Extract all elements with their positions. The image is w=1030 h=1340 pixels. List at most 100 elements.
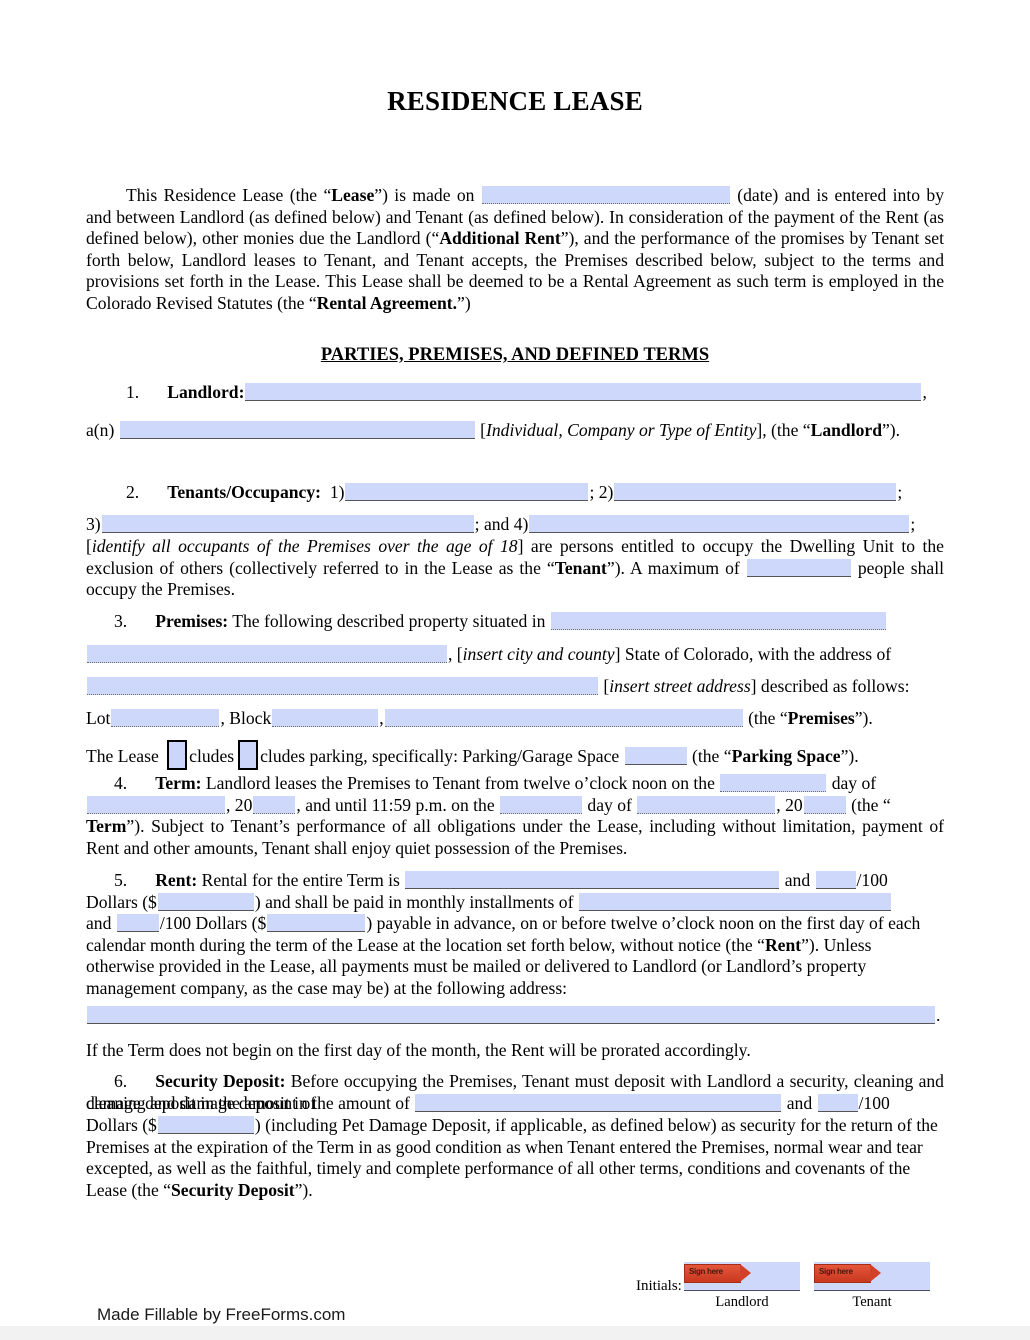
tenant-1-field[interactable] (345, 483, 589, 501)
term-start-year-field[interactable] (253, 796, 296, 814)
clause-6-text-b: and (782, 1093, 817, 1113)
parking-space-field[interactable] (624, 747, 687, 765)
premises-county-field[interactable] (550, 612, 886, 630)
clause-3-parking-open: (the “ (692, 746, 732, 766)
intro-bold-lease: Lease (331, 185, 375, 205)
clause-3-comma: , (448, 644, 457, 664)
clause-3-text-a: The following described property situate… (232, 611, 550, 631)
intro-bold-rental-agreement: Rental Agreement. (316, 292, 458, 313)
clause-2-n3: 3) (86, 514, 101, 534)
intro-bold-additional-rent: Additional Rent (439, 228, 561, 249)
monthly-rent-cents-field[interactable] (116, 914, 159, 932)
clause-3-parking-line: The Lease cludes cludes parking, specific… (86, 740, 944, 770)
landlord-initials-caption: Landlord (715, 1294, 769, 1310)
term-end-day-field[interactable] (500, 796, 583, 814)
tenant-2-field[interactable] (614, 483, 897, 501)
clause-3-number: 3. (114, 611, 128, 631)
clause-5-text-f: /100 Dollars ($ (159, 913, 267, 933)
clause-4-text-a: Landlord leases the Premises to Tenant f… (205, 773, 720, 793)
clause-2-label: Tenants/Occupancy: (167, 482, 322, 502)
clause-3-italic-street: insert street address (609, 676, 751, 696)
tenant-initials-field[interactable]: Sign here (814, 1262, 930, 1291)
clause-4-text-c: , 20 (226, 795, 253, 815)
security-deposit-amount-field[interactable] (157, 1116, 254, 1134)
clause-3-bold-parking: Parking Space (731, 746, 841, 766)
tenant-3-field[interactable] (101, 515, 474, 533)
payment-address-field[interactable] (87, 1006, 935, 1024)
premises-city-field[interactable] (87, 645, 447, 663)
legal-description-field[interactable] (384, 709, 743, 727)
intro-text-1: This Residence Lease (the “ (126, 185, 332, 205)
clause-5-bold-rent: Rent (764, 934, 802, 955)
clause-4-bold-term: Term (86, 816, 127, 836)
clause-5-text-b: and (780, 870, 815, 890)
clause-3-lot-label: Lot (86, 708, 111, 728)
initials-landlord-block: Sign here Landlord (684, 1262, 800, 1311)
document-page: RESIDENCE LEASE This Residence Lease (th… (0, 0, 1030, 1340)
term-start-month-field[interactable] (87, 796, 225, 814)
clause-6-number: 6. (114, 1071, 128, 1091)
landlord-name-field[interactable] (245, 383, 922, 401)
clause-5-prorate-text: If the Term does not begin on the first … (86, 1040, 751, 1060)
sign-here-tag-text: Sign here (689, 1267, 723, 1276)
total-rent-words-field[interactable] (405, 871, 780, 889)
security-deposit-cents-field[interactable] (817, 1094, 858, 1112)
total-rent-amount-field[interactable] (157, 893, 254, 911)
includes-parking-checkbox[interactable] (167, 740, 188, 770)
excludes-parking-checkbox[interactable] (238, 740, 259, 770)
clause-3-bold-premises: Premises (787, 708, 855, 728)
clause-5-text-a: Rental for the entire Term is (201, 870, 405, 890)
max-occupants-field[interactable] (746, 558, 851, 577)
clause-6-dollars-open: Dollars ($ (86, 1115, 157, 1135)
landlord-initials-field[interactable]: Sign here (684, 1262, 800, 1291)
clause-2-tenants-line2: 3) ; and 4); (86, 514, 944, 536)
clause-6-label: Security Deposit: (155, 1071, 286, 1091)
clause-3-comma2: , (379, 708, 384, 728)
sign-here-tag-text-tenant: Sign here (819, 1267, 853, 1276)
clause-4-term-line1: 4. Term: Landlord leases the Premises to … (86, 773, 944, 795)
initials-tenant-block: Sign here Tenant (814, 1262, 930, 1311)
term-end-month-field[interactable] (637, 796, 776, 814)
clause-3-text-c: ] described as follows: (750, 676, 910, 696)
clause-3-includes: cludes (189, 746, 235, 766)
clause-4-number: 4. (114, 773, 128, 793)
sign-here-tag-icon[interactable]: Sign here (684, 1264, 751, 1283)
total-rent-cents-field[interactable] (815, 871, 856, 889)
term-end-year-field[interactable] (803, 796, 846, 814)
monthly-rent-amount-field[interactable] (267, 914, 366, 932)
tenant-initials-caption: Tenant (852, 1294, 892, 1310)
clause-3-parking-close: ”). (840, 746, 859, 766)
clause-5-rent-line3: and /100 Dollars ($) payable in advance,… (86, 913, 944, 999)
clause-6-deposit-prefix: cleaning and damage deposit in the amoun… (86, 1093, 415, 1113)
clause-2-text-b: ”). A maximum of (606, 557, 746, 578)
security-deposit-words-field[interactable] (415, 1094, 782, 1112)
monthly-rent-words-field[interactable] (578, 893, 891, 911)
tenant-4-field[interactable] (529, 515, 910, 533)
clause-5-text-d: ) and shall be paid in monthly installme… (254, 892, 578, 912)
clause-6-security-line3: Dollars ($) (including Pet Damage Deposi… (86, 1115, 944, 1201)
clause-6-security-fields-line: cleaning and damage deposit in the amoun… (86, 1093, 944, 1115)
clause-4-text-d: , and until 11:59 p.m. on the (296, 795, 500, 815)
clause-2-number: 2. (126, 482, 140, 502)
clause-2-italic-note: identify all occupants of the Premises o… (91, 536, 518, 556)
term-start-day-field[interactable] (720, 774, 827, 792)
sign-here-tag-icon-tenant[interactable]: Sign here (814, 1264, 881, 1283)
clause-1-bold-landlord: Landlord (810, 420, 882, 440)
clause-3-lot-block-line: Lot , Block, (the “Premises”). (86, 708, 944, 730)
clause-2-n1: 1) (329, 482, 345, 502)
clause-2-tenants: 2. Tenants/Occupancy: 1) ; 2); (86, 482, 944, 504)
intro-text-2: ”) is made on (374, 185, 481, 205)
clause-1-entity-line: a(n) [Individual, Company or Type of Ent… (86, 420, 944, 442)
initials-label: Initials: (636, 1278, 682, 1294)
clause-5-period: . (936, 1005, 941, 1025)
clause-1-landlord: 1. Landlord:, (86, 382, 944, 404)
lease-date-field[interactable] (481, 186, 730, 204)
block-field[interactable] (272, 709, 379, 727)
lot-field[interactable] (111, 709, 220, 727)
clause-1-label: Landlord: (167, 382, 245, 402)
landlord-entity-type-field[interactable] (119, 421, 475, 439)
clause-2-occupancy-text: [identify all occupants of the Premises … (86, 536, 944, 601)
clause-4-text-e: day of (583, 795, 637, 815)
premises-street-address-field[interactable] (87, 677, 598, 695)
clause-5-rent-line1: 5. Rent: Rental for the entire Term is an… (86, 870, 944, 892)
